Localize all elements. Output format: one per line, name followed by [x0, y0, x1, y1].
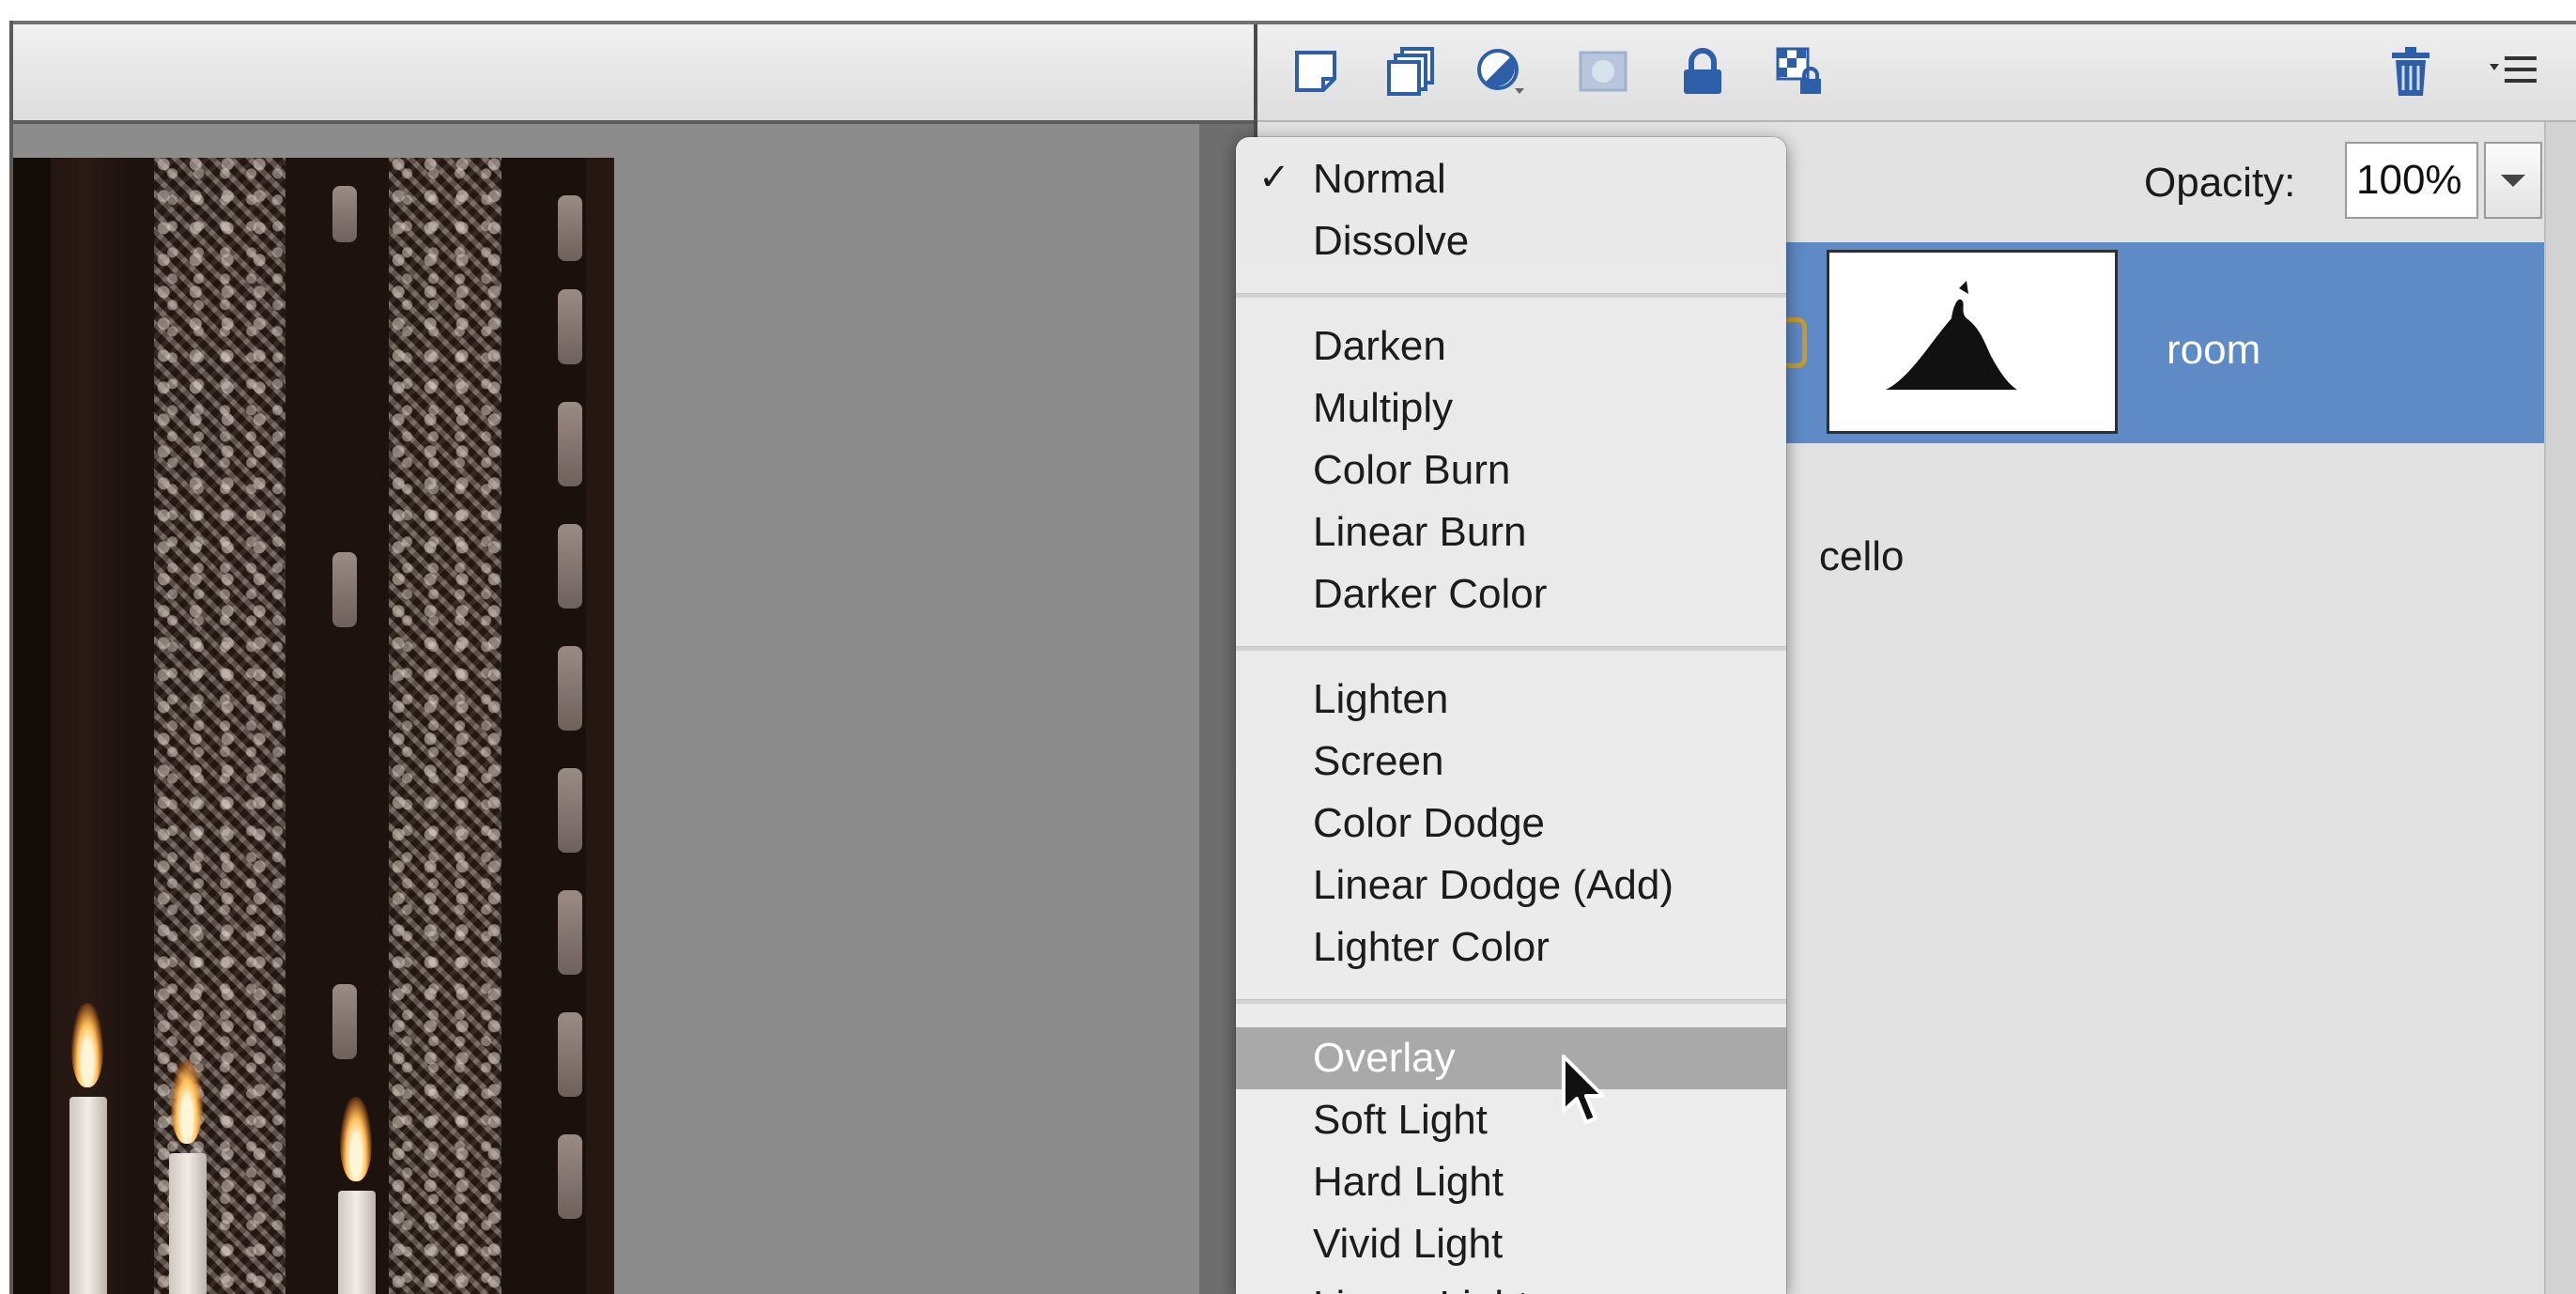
- light-slot: [332, 984, 357, 1059]
- layers-toolbar: [1257, 24, 2576, 122]
- menu-separator: [1236, 293, 1786, 298]
- candle: [69, 1097, 107, 1294]
- layer-name-cello[interactable]: cello: [1819, 533, 1905, 580]
- dark-pillar: [13, 158, 51, 1294]
- menu-item-vivid-light[interactable]: Vivid Light: [1236, 1213, 1786, 1275]
- menu-item-screen[interactable]: Screen: [1236, 731, 1786, 793]
- opacity-dropdown-button[interactable]: [2484, 142, 2542, 219]
- light-slot: [558, 1134, 582, 1219]
- menu-separator: [1236, 999, 1786, 1004]
- adjustment-layer-icon[interactable]: [1475, 45, 1528, 98]
- menu-separator: [1236, 646, 1786, 651]
- new-layer-icon[interactable]: [1289, 45, 1342, 98]
- menu-item-color-burn[interactable]: Color Burn: [1236, 439, 1786, 501]
- menu-item-linear-dodge[interactable]: Linear Dodge (Add): [1236, 855, 1786, 917]
- lock-all-icon[interactable]: [1676, 45, 1729, 98]
- menu-item-hard-light[interactable]: Hard Light: [1236, 1151, 1786, 1213]
- menu-item-linear-burn[interactable]: Linear Burn: [1236, 501, 1786, 563]
- light-slot: [332, 552, 357, 627]
- document-toolbar: [13, 24, 1254, 124]
- menu-item-normal[interactable]: Normal: [1236, 148, 1786, 210]
- carved-screen-panel: [389, 158, 501, 1294]
- light-slot: [558, 195, 582, 261]
- light-slot: [332, 186, 357, 242]
- menu-item-darken[interactable]: Darken: [1236, 316, 1786, 377]
- light-slot: [558, 646, 582, 731]
- layer-mask-icon[interactable]: [1577, 45, 1629, 98]
- layers-scrollbar[interactable]: [2544, 122, 2576, 1294]
- light-slot: [558, 289, 582, 364]
- layer-mask-thumbnail[interactable]: [1827, 250, 2118, 434]
- light-slot: [558, 768, 582, 853]
- light-slot: [558, 890, 582, 975]
- light-slot: [558, 1012, 582, 1097]
- chevron-down-icon: [2501, 175, 2525, 187]
- candle-flame: [71, 1003, 103, 1087]
- candle-flame: [340, 1097, 372, 1181]
- menu-item-dissolve[interactable]: Dissolve: [1236, 210, 1786, 272]
- candle-flame: [171, 1059, 203, 1144]
- opacity-label: Opacity:: [2144, 160, 2296, 206]
- panel-menu-icon[interactable]: [2488, 45, 2540, 98]
- opacity-input[interactable]: 100%: [2345, 142, 2478, 219]
- candle: [338, 1191, 376, 1294]
- light-slot: [558, 524, 582, 608]
- mask-silhouette: [1886, 281, 2017, 390]
- new-group-icon[interactable]: [1385, 45, 1438, 98]
- menu-item-linear-light[interactable]: Linear Light: [1236, 1275, 1786, 1294]
- document-image[interactable]: [13, 158, 614, 1294]
- trash-icon[interactable]: [2384, 45, 2437, 98]
- blend-mode-menu[interactable]: ✓ Normal Dissolve Darken Multiply Color …: [1236, 137, 1786, 1294]
- menu-item-soft-light[interactable]: Soft Light: [1236, 1089, 1786, 1151]
- dark-pillar: [285, 158, 389, 1294]
- light-slot: [558, 402, 582, 486]
- menu-item-overlay[interactable]: Overlay: [1236, 1027, 1786, 1089]
- candle: [169, 1153, 207, 1294]
- menu-item-darker-color[interactable]: Darker Color: [1236, 563, 1786, 625]
- mouse-pointer-icon: [1562, 1055, 1605, 1124]
- lock-transparency-icon[interactable]: [1774, 45, 1827, 98]
- menu-item-lighter-color[interactable]: Lighter Color: [1236, 917, 1786, 978]
- menu-item-color-dodge[interactable]: Color Dodge: [1236, 793, 1786, 855]
- menu-item-lighten[interactable]: Lighten: [1236, 669, 1786, 731]
- menu-item-multiply[interactable]: Multiply: [1236, 377, 1786, 439]
- layer-name-room[interactable]: room: [2167, 327, 2260, 374]
